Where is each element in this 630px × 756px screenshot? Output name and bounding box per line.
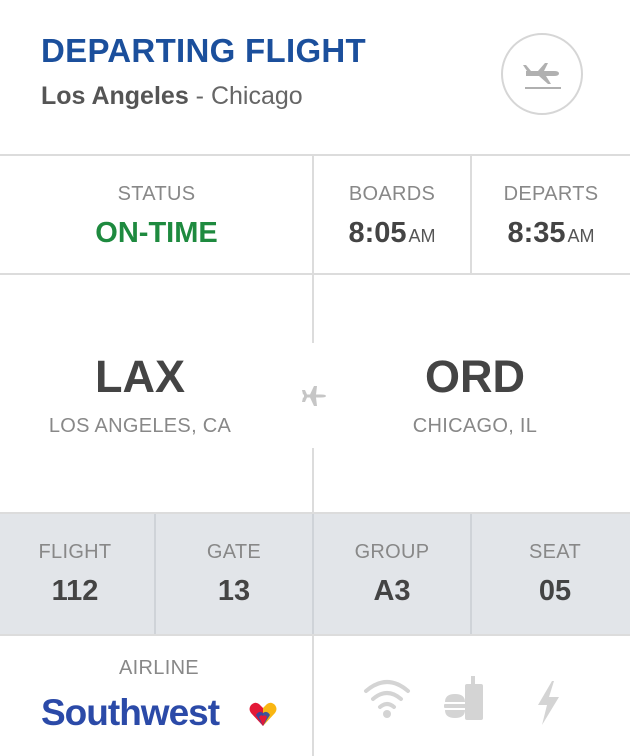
food-drink-icon [441, 676, 487, 727]
southwest-logo: Southwest [41, 692, 220, 734]
divider [0, 634, 630, 636]
airline-cell: AIRLINE [0, 657, 318, 680]
gate-cell: GATE 13 [156, 541, 312, 608]
departs-time: 8:35 [507, 217, 566, 249]
route-separator: - [188, 82, 211, 110]
group-label: GROUP [354, 541, 430, 563]
seat-cell: SEAT 05 [472, 541, 630, 608]
flight-cell: FLIGHT 112 [0, 541, 150, 608]
divider [312, 448, 314, 513]
divider [0, 512, 630, 514]
divider [0, 273, 630, 275]
page-title: DEPARTING FLIGHT [41, 32, 367, 69]
wifi-icon [362, 677, 412, 724]
origin-code: LAX [95, 351, 185, 402]
flight-label: FLIGHT [38, 541, 112, 563]
origin-city: LOS ANGELES, CA [48, 415, 232, 437]
boards-value: 8:05 AM [313, 217, 471, 250]
departs-value: 8:35 AM [472, 217, 630, 250]
departs-label: DEPARTS [503, 183, 599, 205]
airline-name: Southwest [41, 692, 220, 733]
heart-icon [249, 701, 277, 732]
destination-city: CHICAGO, IL [412, 415, 538, 437]
plane-departure-icon [501, 33, 583, 115]
boards-label: BOARDS [348, 183, 436, 205]
status-value: ON-TIME [95, 217, 218, 249]
seat-label: SEAT [529, 541, 581, 563]
boards-ampm: AM [408, 226, 436, 246]
gate-label: GATE [206, 541, 262, 563]
divider [312, 275, 314, 343]
boards-cell: BOARDS 8:05 AM [313, 183, 471, 250]
seat-value: 05 [538, 575, 572, 607]
flight-header: DEPARTING FLIGHT Los Angeles - Chicago [0, 0, 630, 155]
origin-city-name: Los Angeles [41, 82, 189, 110]
route-summary: Los Angeles - Chicago [41, 82, 303, 111]
flight-value: 112 [51, 575, 99, 607]
power-icon [534, 681, 562, 730]
status-label: STATUS [117, 183, 196, 205]
boards-time: 8:05 [348, 217, 407, 249]
group-value: A3 [373, 575, 411, 607]
departs-cell: DEPARTS 8:35 AM [472, 183, 630, 250]
status-cell: STATUS ON-TIME [0, 183, 313, 250]
origin-airport: LAX LOS ANGELES, CA [0, 351, 280, 438]
departs-ampm: AM [567, 226, 595, 246]
destination-code: ORD [425, 351, 525, 402]
destination-airport: ORD CHICAGO, IL [335, 351, 615, 438]
divider [312, 636, 314, 756]
plane-icon [301, 384, 327, 413]
airline-label: AIRLINE [119, 657, 199, 679]
destination-city-name: Chicago [210, 82, 303, 110]
divider [0, 154, 630, 156]
gate-value: 13 [217, 575, 251, 607]
group-cell: GROUP A3 [314, 541, 470, 608]
